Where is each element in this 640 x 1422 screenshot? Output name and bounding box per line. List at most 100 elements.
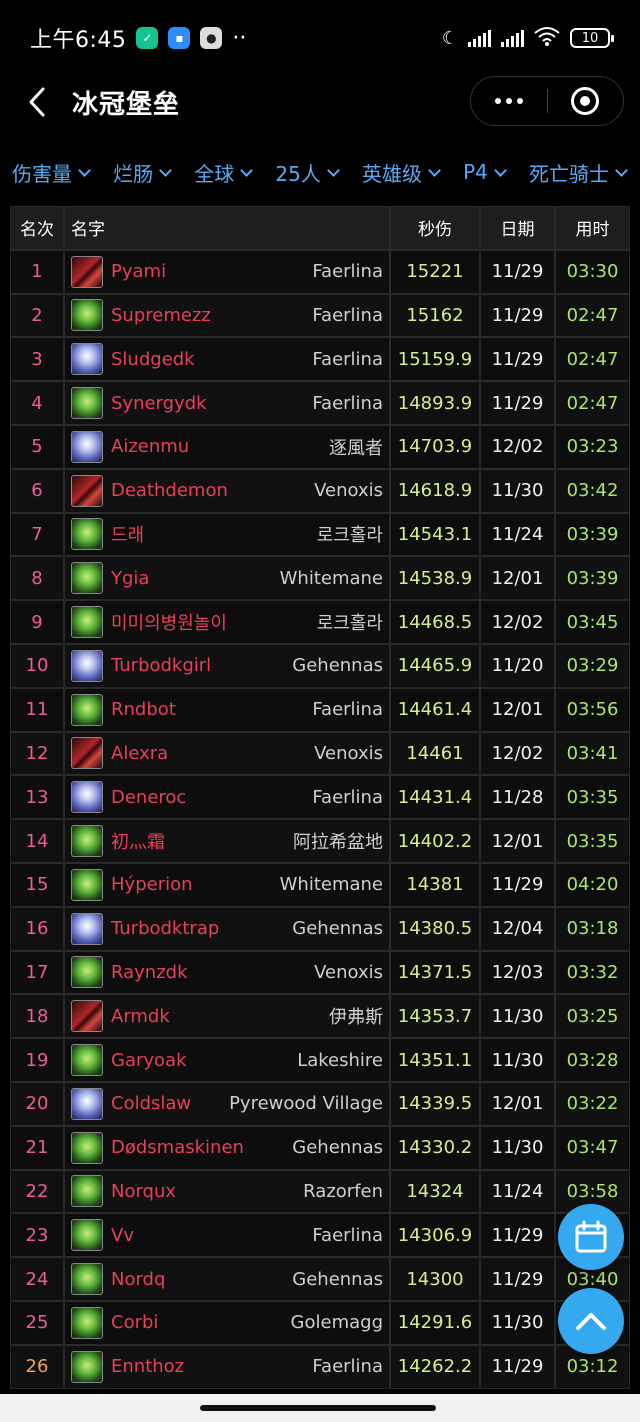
- chevron-down-icon: [615, 163, 628, 177]
- player-name[interactable]: Norqux: [111, 1181, 176, 1202]
- player-name[interactable]: Pyami: [111, 261, 166, 282]
- duration-cell: 03:39: [555, 556, 630, 601]
- header-dps[interactable]: 秒伤: [390, 206, 480, 250]
- table-row[interactable]: 5 Aizenmu 逐風者 14703.9 12/02 03:23: [10, 424, 630, 469]
- unholy-spec-icon: [71, 1131, 103, 1164]
- table-row[interactable]: 8 Ygia Whitemane 14538.9 12/01 03:39: [10, 556, 630, 601]
- table-row[interactable]: 20 Coldslaw Pyrewood Village 14339.5 12/01 03…: [10, 1081, 630, 1126]
- filter-bar: 伤害量 烂肠 全球 25人 英雄级 P4 死亡骑士: [0, 152, 640, 192]
- rank-cell: 5: [10, 424, 64, 469]
- duration-value: 03:39: [566, 523, 619, 545]
- table-row[interactable]: 6 Deathdemon Venoxis 14618.9 11/30 03:42: [10, 468, 630, 513]
- duration-value: 03:35: [566, 830, 619, 852]
- name-cell: 미미의병원놀이 로크홀라: [64, 600, 390, 644]
- player-name[interactable]: 미미의병원놀이: [111, 609, 227, 635]
- table-row[interactable]: 18 Armdk 伊弗斯 14353.7 11/30 03:25: [10, 994, 630, 1039]
- player-name[interactable]: Coldslaw: [111, 1093, 191, 1114]
- calendar-button[interactable]: [558, 1204, 624, 1270]
- player-name[interactable]: Synergydk: [111, 393, 207, 414]
- table-row[interactable]: 11 Rndbot Faerlina 14461.4 12/01 03:56: [10, 687, 630, 732]
- date-value: 11/24: [491, 523, 544, 545]
- table-row[interactable]: 16 Turbodktrap Gehennas 14380.5 12/04 03:18: [10, 906, 630, 951]
- date-value: 11/29: [491, 874, 544, 896]
- table-row[interactable]: 17 Raynzdk Venoxis 14371.5 12/03 03:32: [10, 950, 630, 995]
- table-row[interactable]: 9 미미의병원놀이 로크홀라 14468.5 12/02 03:45: [10, 600, 630, 644]
- scroll-top-button[interactable]: [558, 1288, 624, 1354]
- status-right: ☾ 10: [442, 26, 614, 51]
- player-name[interactable]: 初灬霜: [111, 828, 165, 854]
- player-name[interactable]: Raynzdk: [111, 962, 188, 983]
- table-row[interactable]: 2 Supremezz Faerlina 15162 11/29 02:47: [10, 293, 630, 338]
- date-value: 12/01: [491, 1093, 544, 1115]
- player-info: Hýperion: [71, 868, 193, 901]
- player-name[interactable]: Dødsmaskinen: [111, 1137, 244, 1158]
- duration-value: 03:30: [566, 261, 619, 283]
- filter-size[interactable]: 25人: [275, 158, 340, 187]
- player-name[interactable]: Nordq: [111, 1269, 165, 1290]
- dps-cell: 14538.9: [390, 556, 480, 601]
- player-name[interactable]: Corbi: [111, 1312, 158, 1333]
- player-name[interactable]: Turbodkgirl: [111, 655, 211, 676]
- table-row[interactable]: 15 Hýperion Whitemane 14381 11/29 04:20: [10, 862, 630, 907]
- rank-cell: 9: [10, 600, 64, 644]
- header-rank[interactable]: 名次: [10, 206, 64, 250]
- close-button[interactable]: [548, 77, 624, 125]
- filter-metric[interactable]: 伤害量: [12, 158, 91, 187]
- player-name[interactable]: Aizenmu: [111, 436, 189, 457]
- filter-class[interactable]: 死亡骑士: [529, 158, 628, 187]
- filter-region[interactable]: 全球: [194, 158, 254, 187]
- player-name[interactable]: Sludgedk: [111, 349, 195, 370]
- filter-phase[interactable]: P4: [463, 160, 507, 184]
- player-name[interactable]: Rndbot: [111, 699, 176, 720]
- filter-difficulty[interactable]: 英雄级: [362, 158, 441, 187]
- date-cell: 11/29: [480, 1213, 555, 1258]
- table-row[interactable]: 12 Alexra Venoxis 14461 12/02 03:41: [10, 731, 630, 776]
- table-row[interactable]: 3 Sludgedk Faerlina 15159.9 11/29 02:47: [10, 337, 630, 382]
- date-cell: 11/28: [480, 775, 555, 820]
- header-duration[interactable]: 用时: [555, 206, 630, 250]
- player-name[interactable]: Deneroc: [111, 787, 186, 808]
- table-row[interactable]: 25 Corbi Golemagg 14291.6 11/30: [10, 1300, 630, 1345]
- rank-cell: 13: [10, 775, 64, 820]
- player-name[interactable]: Armdk: [111, 1006, 170, 1027]
- player-name[interactable]: Turbodktrap: [111, 918, 219, 939]
- table-row[interactable]: 1 Pyami Faerlina 15221 11/29 03:30: [10, 249, 630, 294]
- header-name[interactable]: 名字: [64, 206, 390, 250]
- table-row[interactable]: 22 Norqux Razorfen 14324 11/24 03:58: [10, 1169, 630, 1214]
- date-value: 12/01: [491, 699, 544, 721]
- name-cell: Aizenmu 逐風者: [64, 424, 390, 469]
- table-row[interactable]: 4 Synergydk Faerlina 14893.9 11/29 02:47: [10, 381, 630, 425]
- player-name[interactable]: Hýperion: [111, 874, 193, 895]
- player-name[interactable]: Vv: [111, 1225, 134, 1246]
- player-name[interactable]: Ygia: [111, 568, 149, 589]
- dps-value: 14703.9: [397, 436, 473, 458]
- table-row[interactable]: 23 Vv Faerlina 14306.9 11/29: [10, 1213, 630, 1258]
- player-name[interactable]: 드래: [111, 521, 144, 547]
- table-row[interactable]: 14 初灬霜 阿拉希盆地 14402.2 12/01 03:35: [10, 819, 630, 863]
- player-name[interactable]: Alexra: [111, 743, 168, 764]
- battery-icon: 10: [570, 28, 614, 48]
- rank-number: 17: [25, 961, 49, 983]
- home-indicator[interactable]: [200, 1405, 436, 1411]
- duration-value: 03:42: [566, 480, 619, 502]
- player-name[interactable]: Ennthoz: [111, 1356, 184, 1377]
- date-value: 11/28: [491, 786, 544, 808]
- table-row[interactable]: 19 Garyoak Lakeshire 14351.1 11/30 03:28: [10, 1038, 630, 1082]
- player-info: Sludgedk: [71, 343, 195, 376]
- back-button[interactable]: [22, 82, 52, 122]
- filter-boss[interactable]: 烂肠: [113, 158, 172, 187]
- duration-cell: 03:29: [555, 643, 630, 688]
- player-name[interactable]: Supremezz: [111, 305, 211, 326]
- player-name[interactable]: Deathdemon: [111, 480, 228, 501]
- duration-value: 03:12: [566, 1356, 619, 1378]
- table-row[interactable]: 7 드래 로크홀라 14543.1 11/24 03:39: [10, 512, 630, 557]
- table-row[interactable]: 10 Turbodkgirl Gehennas 14465.9 11/20 03:29: [10, 643, 630, 688]
- more-button[interactable]: [471, 77, 547, 125]
- player-info: Armdk: [71, 1000, 170, 1033]
- table-row[interactable]: 24 Nordq Gehennas 14300 11/29 03:40: [10, 1257, 630, 1301]
- table-row[interactable]: 26 Ennthoz Faerlina 14262.2 11/29 03:12: [10, 1344, 630, 1389]
- table-row[interactable]: 13 Deneroc Faerlina 14431.4 11/28 03:35: [10, 775, 630, 820]
- header-date[interactable]: 日期: [480, 206, 555, 250]
- player-name[interactable]: Garyoak: [111, 1050, 187, 1071]
- table-row[interactable]: 21 Dødsmaskinen Gehennas 14330.2 11/30 03:47: [10, 1125, 630, 1170]
